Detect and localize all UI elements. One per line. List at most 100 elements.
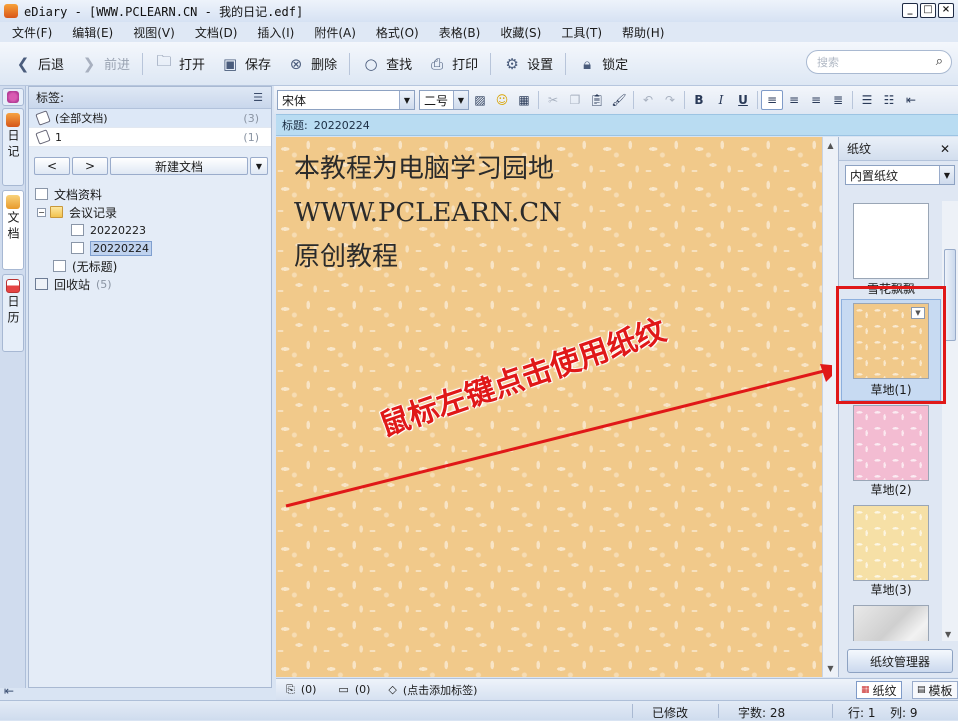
status-modified: 已修改 [652,706,689,720]
emoticon-icon[interactable]: ☺ [491,90,513,110]
tag-item[interactable]: 1 (1) [29,128,271,147]
tag-item[interactable]: (全部文档) (3) [29,109,271,128]
insert-image-icon[interactable]: ▨ [469,90,491,110]
tree-doc-selected[interactable]: 20220224 [29,239,271,257]
delete-button[interactable]: ⊗ 删除 [279,49,345,79]
cut-icon[interactable]: ✂ [542,90,564,110]
copy-icon[interactable]: ❐ [564,90,586,110]
scroll-down-icon[interactable]: ▼ [945,630,951,639]
underline-icon[interactable]: U [732,90,754,110]
tree-untitled[interactable]: (无标题) [29,257,271,275]
tag-header: 标签: ☰ [29,87,271,109]
menu-edit[interactable]: 编辑(E) [60,24,121,41]
status-divider [718,704,719,718]
tag-icon: ◇ [388,683,397,696]
bullet-list-icon[interactable]: ☰ [856,90,878,110]
insert-date-icon[interactable]: ▦ [513,90,535,110]
tag-icon [35,129,51,145]
redo-icon[interactable]: ↷ [659,90,681,110]
attach-count: (0) [300,683,317,696]
open-button[interactable]: 🗀 打开 [147,49,213,79]
menu-file[interactable]: 文件(F) [0,24,60,41]
search-input[interactable]: 搜索 ⌕ [806,50,952,74]
comments-button[interactable]: ▭ (0) [338,683,370,696]
tab-calendar[interactable]: 日历 [2,274,24,352]
align-left-icon[interactable]: ≡ [761,90,783,110]
tab-paper[interactable]: ▦ 纸纹 [856,681,902,699]
menu-tools[interactable]: 工具(T) [549,24,610,41]
menu-table[interactable]: 表格(B) [427,24,489,41]
tag-menu-icon[interactable]: ☰ [253,91,263,104]
collapse-panel-icon[interactable]: ⇤ [4,684,14,698]
paper-category-select[interactable]: 内置纸纹 ▼ [845,165,955,185]
bold-icon[interactable]: B [688,90,710,110]
diary-icon [6,113,20,127]
lock-button[interactable]: 🔒︎ 锁定 [570,49,636,79]
menu-insert[interactable]: 插入(I) [245,24,302,41]
forward-button[interactable]: ❯ 前进 [72,49,138,79]
paper-thumb-snow[interactable] [853,203,929,279]
menu-attachment[interactable]: 附件(A) [302,24,364,41]
align-right-icon[interactable]: ≡ [805,90,827,110]
app-logo-icon [4,4,18,18]
maximize-button[interactable]: □ [920,3,936,18]
undo-icon[interactable]: ↶ [637,90,659,110]
tree-doc[interactable]: 20220223 [29,221,271,239]
scroll-down-icon[interactable]: ▼ [825,663,836,674]
paper-thumb-grass-3[interactable] [853,505,929,581]
editor-scrollbar[interactable]: ▲ ▼ [822,137,838,677]
format-divider [684,91,685,109]
print-button[interactable]: ⎙ 打印 [420,49,486,79]
attachments-button[interactable]: ⎘ (0) [286,683,316,697]
tab-template[interactable]: ▤ 模板 [912,681,958,699]
italic-icon[interactable]: I [710,90,732,110]
outdent-icon[interactable]: ⇤ [900,90,922,110]
minimize-button[interactable]: _ [902,3,918,18]
font-family-select[interactable]: 宋体 ▼ [277,90,415,110]
collapse-toggle-icon[interactable]: − [37,207,46,217]
menu-favorites[interactable]: 收藏(S) [488,24,549,41]
close-button[interactable]: × [938,3,954,18]
search-icon[interactable]: ⌕ [936,54,943,69]
tree-root[interactable]: 文档资料 [29,185,271,203]
add-tag-button[interactable]: ◇ (点击添加标签) [388,682,477,698]
format-painter-icon[interactable]: 🖌︎ [608,90,630,110]
align-center-icon[interactable]: ≡ [783,90,805,110]
tree-recycle-bin[interactable]: 回收站 (5) [29,275,271,293]
editor-area[interactable]: 本教程为电脑学习园地WWW.PCLEARN.CN 原创教程 [276,137,822,677]
tab-diary[interactable]: 日记 [2,108,24,186]
prev-doc-button[interactable]: < [34,157,70,175]
new-doc-button[interactable]: 新建文档 [110,157,248,175]
menu-document[interactable]: 文档(D) [183,24,246,41]
doc-title-row[interactable]: 标题: 20220224 [276,114,958,136]
paste-icon[interactable]: 📋︎ [586,90,608,110]
vnav-top-icon-tab[interactable] [2,88,24,106]
tree-folder[interactable]: − 会议记录 [29,203,271,221]
paper-manager-button[interactable]: 纸纹管理器 [847,649,953,673]
back-button[interactable]: ❮ 后退 [6,49,72,79]
delete-label: 删除 [311,58,338,73]
tab-docs[interactable]: 文档 [2,190,24,270]
font-size-select[interactable]: 二号 ▼ [419,90,469,110]
tree-doc-label: 20220224 [90,240,152,256]
menu-format[interactable]: 格式(O) [364,24,427,41]
paper-scrollbar[interactable]: ▼ [942,201,958,641]
menu-view[interactable]: 视图(V) [121,24,183,41]
scroll-up-icon[interactable]: ▲ [825,140,836,151]
align-justify-icon[interactable]: ≣ [827,90,849,110]
save-button[interactable]: ▣ 保存 [213,49,279,79]
next-doc-button[interactable]: > [72,157,108,175]
close-icon[interactable]: ✕ [940,142,950,156]
find-button[interactable]: ○ 查找 [354,49,420,79]
paper-thumb-grass-2[interactable] [853,405,929,481]
editor-text[interactable]: 本教程为电脑学习园地WWW.PCLEARN.CN 原创教程 [294,147,804,279]
numbered-list-icon[interactable]: ☷ [878,90,900,110]
new-doc-dropdown-button[interactable]: ▼ [250,157,268,175]
lock-icon: 🔒︎ [583,54,592,73]
status-char-count: 字数: 28 [738,706,786,720]
title-value[interactable]: 20220224 [314,119,370,132]
settings-button[interactable]: ⚙ 设置 [495,49,561,79]
menu-help[interactable]: 帮助(H) [610,24,672,41]
paper-thumb-marble[interactable] [853,605,929,641]
arrow-right-icon: ❯ [82,54,96,73]
